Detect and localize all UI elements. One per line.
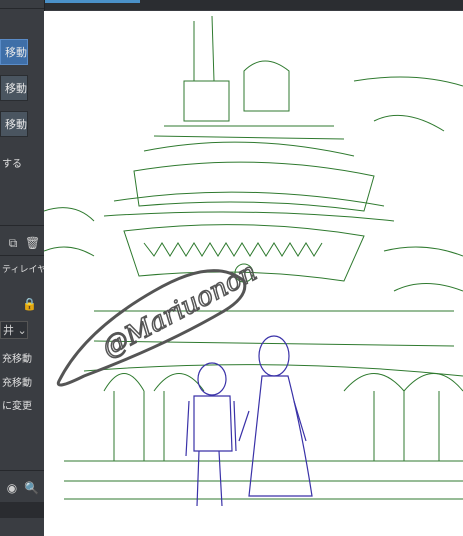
tool-item-1[interactable]: 充移動 [2, 350, 32, 365]
option-label: する [2, 159, 22, 170]
auto-action-move-button-2[interactable]: 移動 [0, 75, 28, 101]
auto-action-move-button-3[interactable]: 移動 [0, 111, 28, 137]
active-canvas-tab[interactable] [44, 0, 140, 3]
left-panel: 移動 移動 移動 する ⧉ 🗑 ティレイヤ 🔒 井 ⌄ 充移動 充移動 に変更 … [0, 0, 47, 536]
layer-type-label: ティレイヤ [2, 265, 47, 275]
tool-item-2[interactable]: 充移動 [2, 374, 32, 389]
sketch-artwork: @Mariuonon [44, 15, 463, 507]
canvas-tab-bar [44, 0, 463, 11]
castle-sketch [44, 15, 463, 500]
panel-divider [0, 470, 44, 471]
chevron-down-icon: ⌄ [17, 324, 27, 337]
grid-dropdown[interactable]: 井 ⌄ [0, 321, 28, 339]
dropdown-value: 井 [3, 324, 14, 337]
trash-icon[interactable]: 🗑 [25, 236, 40, 250]
auto-action-move-button-1[interactable]: 移動 [0, 39, 28, 65]
panel-footer [0, 502, 44, 518]
panel-divider [0, 255, 44, 256]
duplicate-icon[interactable]: ⧉ [6, 236, 20, 250]
lock-icon[interactable]: 🔒 [22, 297, 37, 311]
drawing-canvas[interactable]: @Mariuonon [44, 11, 463, 536]
panel-divider [0, 8, 44, 9]
panel-divider [0, 225, 44, 226]
tool-item-3[interactable]: に変更 [2, 397, 32, 412]
navigator-icon[interactable]: ◉ [5, 481, 19, 495]
search-icon[interactable]: 🔍 [24, 481, 39, 495]
